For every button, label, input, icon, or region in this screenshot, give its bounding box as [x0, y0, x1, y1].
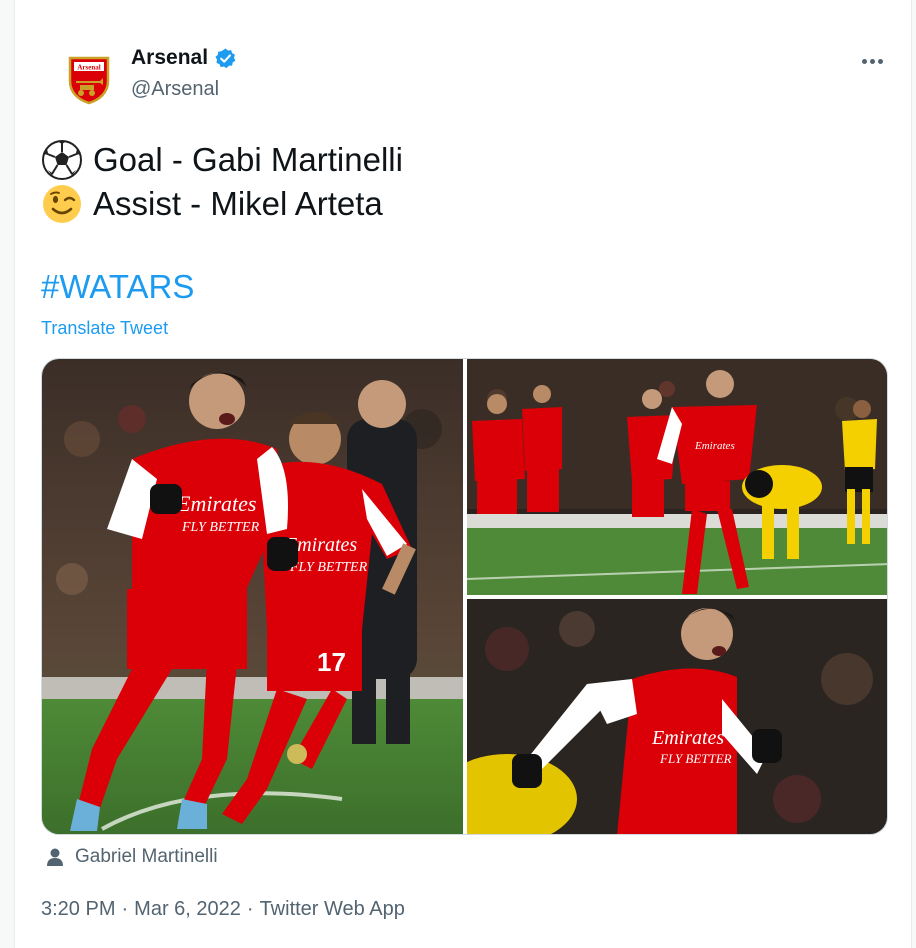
tweet-source[interactable]: Twitter Web App	[260, 898, 405, 921]
tweet-line-goal-text: Goal - Gabi Martinelli	[93, 141, 403, 178]
more-dot-icon	[869, 58, 875, 64]
more-dot-icon	[877, 58, 883, 64]
account-name-row[interactable]: Arsenal	[131, 46, 237, 70]
tweet-text: Goal - Gabi Martinelli Assist - Mikel Ar…	[41, 138, 403, 226]
svg-text:Emirates: Emirates	[176, 491, 256, 516]
tweet-line-goal: Goal - Gabi Martinelli	[41, 138, 403, 182]
photo-martinelli-closeup[interactable]: Emirates FLY BETTER	[467, 599, 887, 834]
tagged-user-link[interactable]: Gabriel Martinelli	[45, 846, 218, 868]
translate-tweet-link[interactable]: Translate Tweet	[41, 318, 168, 339]
soccer-ball-icon	[42, 140, 82, 180]
tagged-user-name: Gabriel Martinelli	[75, 846, 218, 867]
person-icon	[47, 848, 63, 866]
wide-celebration-image: Emirates	[467, 359, 887, 595]
avatar[interactable]: Arsenal	[55, 46, 123, 114]
tweet-date[interactable]: Mar 6, 2022	[134, 898, 241, 921]
celebration-duo-image: Emirates FLY BETTER 17 Emirates FLY BETT…	[42, 359, 463, 834]
winking-face-icon	[43, 185, 81, 223]
arsenal-crest-icon: Arsenal	[68, 56, 110, 105]
more-options-button[interactable]	[857, 48, 887, 74]
svg-text:Arsenal: Arsenal	[77, 64, 100, 72]
svg-text:FLY BETTER: FLY BETTER	[659, 751, 732, 766]
verified-badge-icon	[215, 47, 236, 68]
account-name[interactable]: Arsenal	[131, 46, 208, 70]
martinelli-closeup-image: Emirates FLY BETTER	[467, 599, 887, 834]
svg-text:FLY BETTER: FLY BETTER	[181, 520, 260, 535]
svg-text:FLY BETTER: FLY BETTER	[289, 560, 368, 575]
tweet-time[interactable]: 3:20 PM	[41, 898, 115, 921]
hashtag-link[interactable]: #WATARS	[41, 268, 194, 306]
tweet-meta: 3:20 PM · Mar 6, 2022 · Twitter Web App	[41, 898, 405, 921]
meta-separator: ·	[246, 898, 254, 920]
svg-text:Emirates: Emirates	[651, 727, 724, 749]
meta-separator: ·	[121, 898, 129, 920]
svg-text:17: 17	[317, 647, 346, 677]
tweet-line-assist: Assist - Mikel Arteta	[41, 182, 403, 226]
photo-wide-celebration[interactable]: Emirates	[467, 359, 887, 595]
tweet-card: Arsenal Arsenal @Arsenal Goal - Gabi Mar…	[14, 0, 912, 948]
media-grid: Emirates FLY BETTER 17 Emirates FLY BETT…	[41, 358, 888, 835]
svg-text:Emirates: Emirates	[694, 440, 735, 452]
tweet-line-assist-text: Assist - Mikel Arteta	[93, 185, 383, 222]
photo-celebration-duo[interactable]: Emirates FLY BETTER 17 Emirates FLY BETT…	[42, 359, 463, 834]
account-handle[interactable]: @Arsenal	[131, 78, 219, 101]
more-dot-icon	[861, 58, 867, 64]
